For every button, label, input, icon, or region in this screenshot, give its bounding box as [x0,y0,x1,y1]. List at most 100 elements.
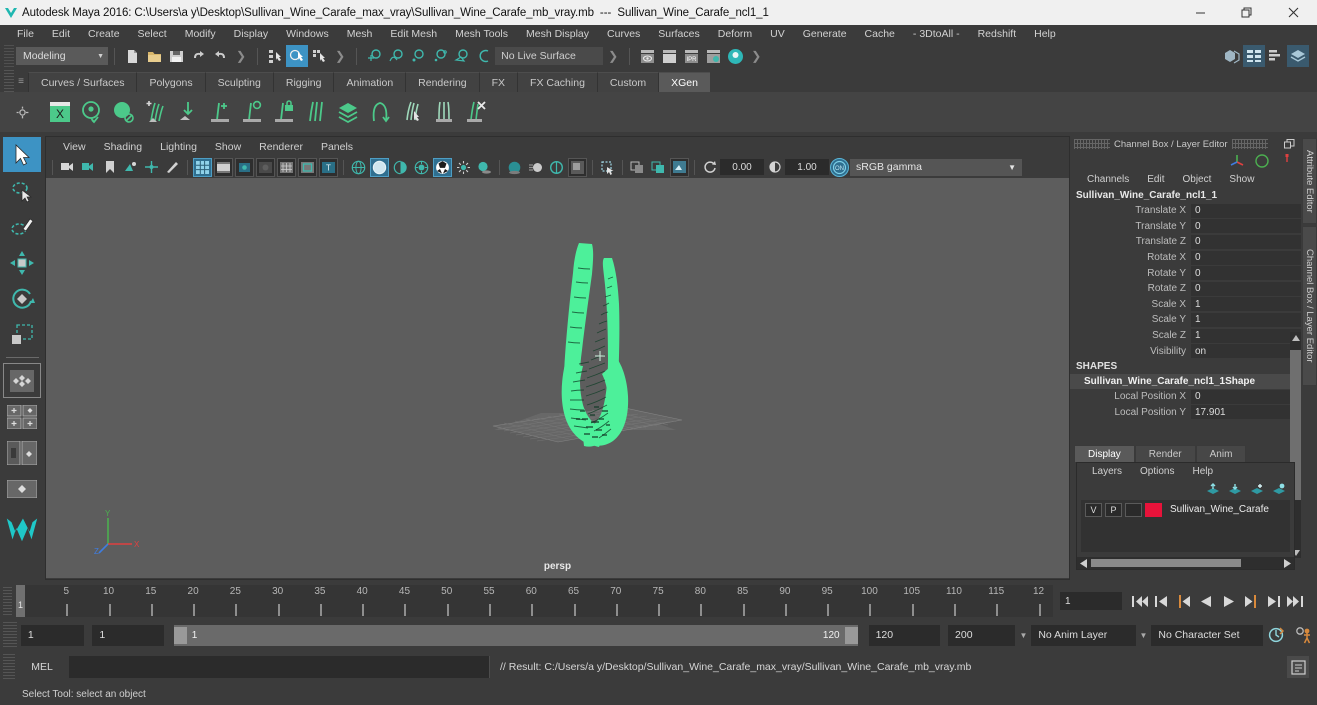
attr-row[interactable]: Local Position X 0 [1070,389,1317,405]
film-gate-icon[interactable] [214,157,233,177]
playback-current-frame-field[interactable]: 1 [1060,592,1122,610]
attr-value[interactable]: 0 [1191,203,1301,218]
xgen-collection-icon[interactable] [332,95,364,129]
shelf-tab-curves-surfaces[interactable]: Curves / Surfaces [28,72,137,92]
auto-keyframe-icon[interactable] [1263,626,1289,644]
tab-display[interactable]: Display [1074,445,1135,462]
show-hide-tool-settings-icon[interactable] [1265,45,1287,67]
menu-mesh-tools[interactable]: Mesh Tools [446,25,517,43]
smooth-shade-icon[interactable] [370,157,389,177]
step-forward-frame-icon[interactable] [1241,591,1260,611]
xgen-add-guide-icon[interactable] [204,95,236,129]
snap-expand-arrow-icon[interactable]: ❯ [603,49,623,63]
use-default-material-icon[interactable] [412,158,431,177]
snap-to-view-plane-icon[interactable] [451,45,473,67]
wireframe-icon[interactable] [349,158,368,177]
shelf-tab-sculpting[interactable]: Sculpting [204,72,273,92]
viewport-menu-panels[interactable]: Panels [312,141,362,153]
command-line-grip[interactable] [3,654,15,680]
animation-preferences-icon[interactable] [1289,626,1317,645]
anim-layer-selector[interactable]: No Anim Layer [1031,624,1136,646]
scroll-up-arrow-icon[interactable] [1290,332,1301,343]
exposure-value-field[interactable]: 0.00 [720,159,764,175]
viewport-menu-show[interactable]: Show [206,141,250,153]
redo-icon[interactable] [209,45,231,67]
quick-layout-hypershade-persp[interactable] [3,435,41,470]
undock-icon[interactable] [1280,138,1299,150]
command-language-label[interactable]: MEL [15,661,69,673]
xgen-lock-guide-icon[interactable] [268,95,300,129]
list-item[interactable]: V P Sullivan_Wine_Carafe [1081,500,1290,517]
command-input[interactable] [69,656,489,678]
xgen-import-icon[interactable] [172,95,204,129]
layer-menu-options[interactable]: Options [1131,466,1183,477]
channel-menu-edit[interactable]: Edit [1138,174,1173,185]
layer-name[interactable]: Sullivan_Wine_Carafe [1165,504,1269,515]
attr-row[interactable]: Visibility on [1070,343,1317,359]
xgen-circle-guide-icon[interactable] [236,95,268,129]
menu-deform[interactable]: Deform [709,25,761,43]
restore-icon[interactable] [1223,0,1269,25]
hypershade-icon[interactable] [724,45,746,67]
attr-value[interactable]: 0 [1191,234,1301,249]
attr-value[interactable]: on [1191,344,1301,359]
undo-icon[interactable] [187,45,209,67]
shelf-menu-icon[interactable]: ≡ [14,70,28,92]
attr-row[interactable]: Rotate Y 0 [1070,265,1317,281]
scroll-left-arrow-icon[interactable] [1080,558,1087,568]
play-backwards-icon[interactable] [1197,591,1216,611]
shelf-tab-fx[interactable]: FX [478,72,518,92]
menu-edit-mesh[interactable]: Edit Mesh [381,25,446,43]
quick-layout-outliner-persp[interactable] [3,399,41,434]
dock-tab-attribute-editor[interactable]: Attribute Editor [1302,138,1317,224]
menu-uv[interactable]: UV [761,25,794,43]
viewport-menu-renderer[interactable]: Renderer [250,141,312,153]
attr-row[interactable]: Rotate Z 0 [1070,281,1317,297]
viewport-3d-canvas[interactable]: Y X Z persp [46,178,1069,578]
xgen-add-description-icon[interactable] [140,95,172,129]
shelf-tab-polygons[interactable]: Polygons [136,72,205,92]
xgen-preview-icon[interactable] [76,95,108,129]
render-current-frame-icon[interactable] [636,45,658,67]
xgen-sphere-icon[interactable] [108,95,140,129]
scroll-right-arrow-icon[interactable] [1284,558,1291,568]
safe-action-icon[interactable] [298,157,317,177]
menu-edit[interactable]: Edit [43,25,79,43]
gamma-reset-icon[interactable] [765,158,784,177]
select-by-hierarchy-icon[interactable] [264,45,286,67]
shelf-tab-rendering[interactable]: Rendering [405,72,479,92]
layer-visibility-toggle[interactable]: V [1085,502,1102,517]
lasso-select-tool[interactable] [3,173,41,208]
live-surface-field[interactable]: No Live Surface [495,47,604,65]
color-management-toggle[interactable]: ON [830,157,849,177]
attr-row[interactable]: Translate Z 0 [1070,234,1317,250]
dock-tab-channel-box[interactable]: Channel Box / Layer Editor [1302,226,1317,386]
channel-menu-show[interactable]: Show [1220,174,1263,185]
shadows-icon[interactable] [475,158,494,177]
xgen-delete-icon[interactable] [460,95,492,129]
render-sequence-icon[interactable] [658,45,680,67]
animation-end-time-field[interactable]: 200 [948,624,1016,646]
range-end-time-field[interactable]: 120 [868,624,941,646]
layer-scroll-thumb[interactable] [1091,559,1241,567]
xray-icon[interactable] [598,158,617,177]
resolution-gate-icon[interactable] [235,157,254,177]
current-time-indicator[interactable]: 1 [16,585,25,617]
shelf-tab-animation[interactable]: Animation [333,72,406,92]
grid-icon[interactable] [193,157,212,177]
range-slider-grip[interactable] [3,622,17,648]
toolbar-grip[interactable] [4,45,14,67]
chevron-down-icon[interactable]: ▼ [1136,631,1152,640]
select-mode-expand-arrow-icon[interactable]: ❯ [330,49,350,63]
attr-value[interactable]: 0 [1191,219,1301,234]
attr-row[interactable]: Translate Y 0 [1070,219,1317,235]
menu-redshift[interactable]: Redshift [969,25,1026,43]
dock-grip-right[interactable] [1231,139,1268,149]
viewport-menu-lighting[interactable]: Lighting [151,141,206,153]
menu-file[interactable]: File [8,25,43,43]
menu-generate[interactable]: Generate [794,25,856,43]
select-camera-icon[interactable] [58,158,77,177]
depth-peeling-icon[interactable] [568,157,587,177]
menu-display[interactable]: Display [225,25,277,43]
script-editor-icon[interactable] [1287,656,1309,678]
